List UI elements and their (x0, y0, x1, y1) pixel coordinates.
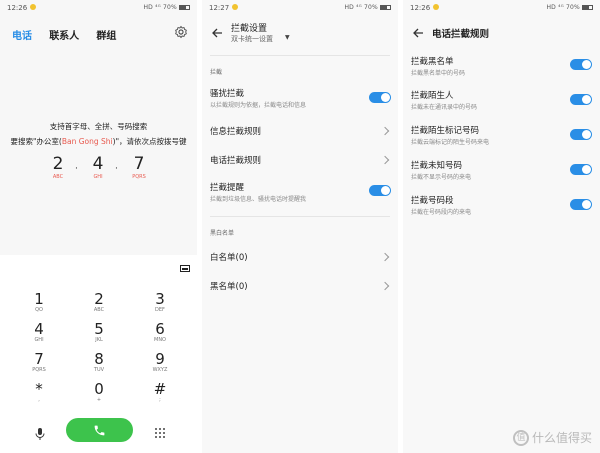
row-title: 拦截号码段 (411, 196, 454, 206)
row-desc: 拦截在号码段内的来电 (411, 209, 472, 216)
section-label: 拦截 (210, 69, 223, 76)
tab-groups[interactable]: 群组 (96, 31, 116, 42)
status-bar: 12:27 HD ⁴ᴳ 70% (202, 0, 398, 17)
demo-key-4: 4 GHI (92, 154, 104, 180)
row-desc: 拦截未在通讯录中的号码 (411, 104, 478, 111)
key-3[interactable]: 3 DEF (130, 291, 190, 313)
search-hint-line2: 要搜索"办公室(Ban Gong Shi)"，请依次点按拨号键 (10, 137, 187, 146)
back-arrow-icon[interactable] (412, 27, 424, 39)
row-desc: 拦截云端标记的陌生号码来电 (411, 139, 490, 146)
row-title: 拦截黑名单 (411, 57, 454, 67)
key-8[interactable]: 8 TUV (69, 351, 129, 373)
tab-contacts[interactable]: 联系人 (49, 31, 79, 42)
key-1[interactable]: 1 QO (9, 291, 69, 313)
key-hash[interactable]: #; (130, 381, 190, 403)
status-signal: HD ⁴ᴳ 70% (143, 4, 190, 11)
row-title: 骚扰拦截 (210, 89, 245, 99)
harass-intercept-toggle[interactable] (369, 92, 391, 103)
watermark: 值什么值得买 (512, 429, 592, 446)
battery-icon (179, 5, 190, 10)
watermark-logo-icon: 值 (512, 430, 529, 446)
key-star[interactable]: *, (9, 381, 69, 403)
page-header: 拦截设置 双卡统一设置 ▼ (202, 19, 398, 49)
row-title[interactable]: 电话拦截规则 (210, 154, 261, 166)
keyboard-toggle-icon[interactable] (180, 265, 190, 272)
chevron-right-icon (380, 281, 390, 291)
block-strangers-toggle[interactable] (570, 94, 592, 105)
status-time: 12:26 (410, 4, 431, 12)
notification-dot-icon (30, 4, 36, 10)
sim-mode-selector[interactable]: 双卡统一设置 (231, 34, 273, 44)
intercept-settings-screen: 12:27 HD ⁴ᴳ 70% 拦截设置 双卡统一设置 ▼ 拦截 骚扰拦截 以拦… (202, 0, 398, 453)
row-title: 拦截提醒 (210, 183, 245, 193)
search-hint-line1: 支持首字母、全拼、号码搜索 (49, 122, 148, 131)
row-desc: 拦截不显示号码的来电 (411, 174, 472, 181)
blacklist-row[interactable]: 黑名单(0) (210, 280, 248, 292)
back-arrow-icon[interactable] (211, 27, 223, 39)
demo-key-2: 2 ABC (52, 154, 64, 180)
chevron-right-icon (380, 155, 390, 165)
dial-keypad: 1 QO 2 ABC 3 DEF 4 GHI 5 JKL 6 MNO 7 PQRS 8 TUV … (0, 255, 197, 453)
dialer-screen: 12:26 HD ⁴ᴳ 70% 电话 联系人 群组 支持首字母、全拼、号码搜索 … (0, 0, 197, 453)
page-title: 电话拦截规则 (432, 29, 490, 40)
phone-icon (94, 425, 105, 436)
tab-phone[interactable]: 电话 (12, 31, 32, 42)
status-signal: HD ⁴ᴳ 70% (344, 4, 391, 11)
block-blacklist-toggle[interactable] (570, 59, 592, 70)
notification-dot-icon (433, 4, 439, 10)
divider (210, 216, 390, 217)
dialpad-icon[interactable] (154, 427, 166, 439)
key-5[interactable]: 5 JKL (69, 321, 129, 343)
key-7[interactable]: 7 PQRS (9, 351, 69, 373)
key-6[interactable]: 6 MNO (130, 321, 190, 343)
status-bar: 12:26 HD ⁴ᴳ 70% (403, 0, 600, 17)
gear-icon[interactable] (174, 25, 188, 39)
dropdown-caret-icon[interactable]: ▼ (285, 34, 290, 41)
section-label: 黑白名单 (210, 230, 235, 237)
battery-icon (582, 5, 593, 10)
row-desc: 拦截黑名单中的号码 (411, 70, 466, 77)
row-desc: 以拦截规则为依据，拦截电话和信息 (210, 102, 307, 109)
row-desc: 拦截到垃圾信息、骚扰电话时提醒我 (210, 196, 307, 203)
key-4[interactable]: 4 GHI (9, 321, 69, 343)
status-time: 12:26 (7, 4, 28, 12)
row-title[interactable]: 信息拦截规则 (210, 125, 261, 137)
page-title: 拦截设置 (231, 24, 268, 34)
dial-demo: 2 ABC · 4 GHI · 7 PQRS (48, 154, 158, 186)
block-marked-toggle[interactable] (570, 129, 592, 140)
demo-separator: · (115, 164, 118, 174)
chevron-right-icon (380, 126, 390, 136)
battery-icon (380, 5, 391, 10)
call-intercept-rules-screen: 12:26 HD ⁴ᴳ 70% 电话拦截规则 拦截黑名单 拦截黑名单中的号码 拦… (403, 0, 600, 453)
row-title: 拦截未知号码 (411, 161, 463, 171)
voice-mic-icon[interactable] (34, 427, 46, 441)
key-2[interactable]: 2 ABC (69, 291, 129, 313)
block-unknown-toggle[interactable] (570, 164, 592, 175)
demo-separator: · (75, 164, 78, 174)
block-range-toggle[interactable] (570, 199, 592, 210)
notification-dot-icon (232, 4, 238, 10)
key-0[interactable]: 0 + (69, 381, 129, 403)
page-header: 电话拦截规则 (403, 19, 600, 49)
intercept-reminder-toggle[interactable] (369, 185, 391, 196)
key-9[interactable]: 9 WXYZ (130, 351, 190, 373)
status-signal: HD ⁴ᴳ 70% (546, 4, 593, 11)
demo-key-7: 7 PQRS (132, 154, 146, 180)
chevron-right-icon (380, 252, 390, 262)
divider (210, 55, 390, 56)
row-title: 拦截陌生标记号码 (411, 126, 480, 136)
status-bar: 12:26 HD ⁴ᴳ 70% (0, 0, 197, 17)
status-time: 12:27 (209, 4, 230, 12)
row-title: 拦截陌生人 (411, 91, 454, 101)
call-button[interactable] (66, 418, 133, 442)
whitelist-row[interactable]: 白名单(0) (210, 251, 248, 263)
dialer-tabs: 电话 联系人 群组 (12, 27, 130, 42)
